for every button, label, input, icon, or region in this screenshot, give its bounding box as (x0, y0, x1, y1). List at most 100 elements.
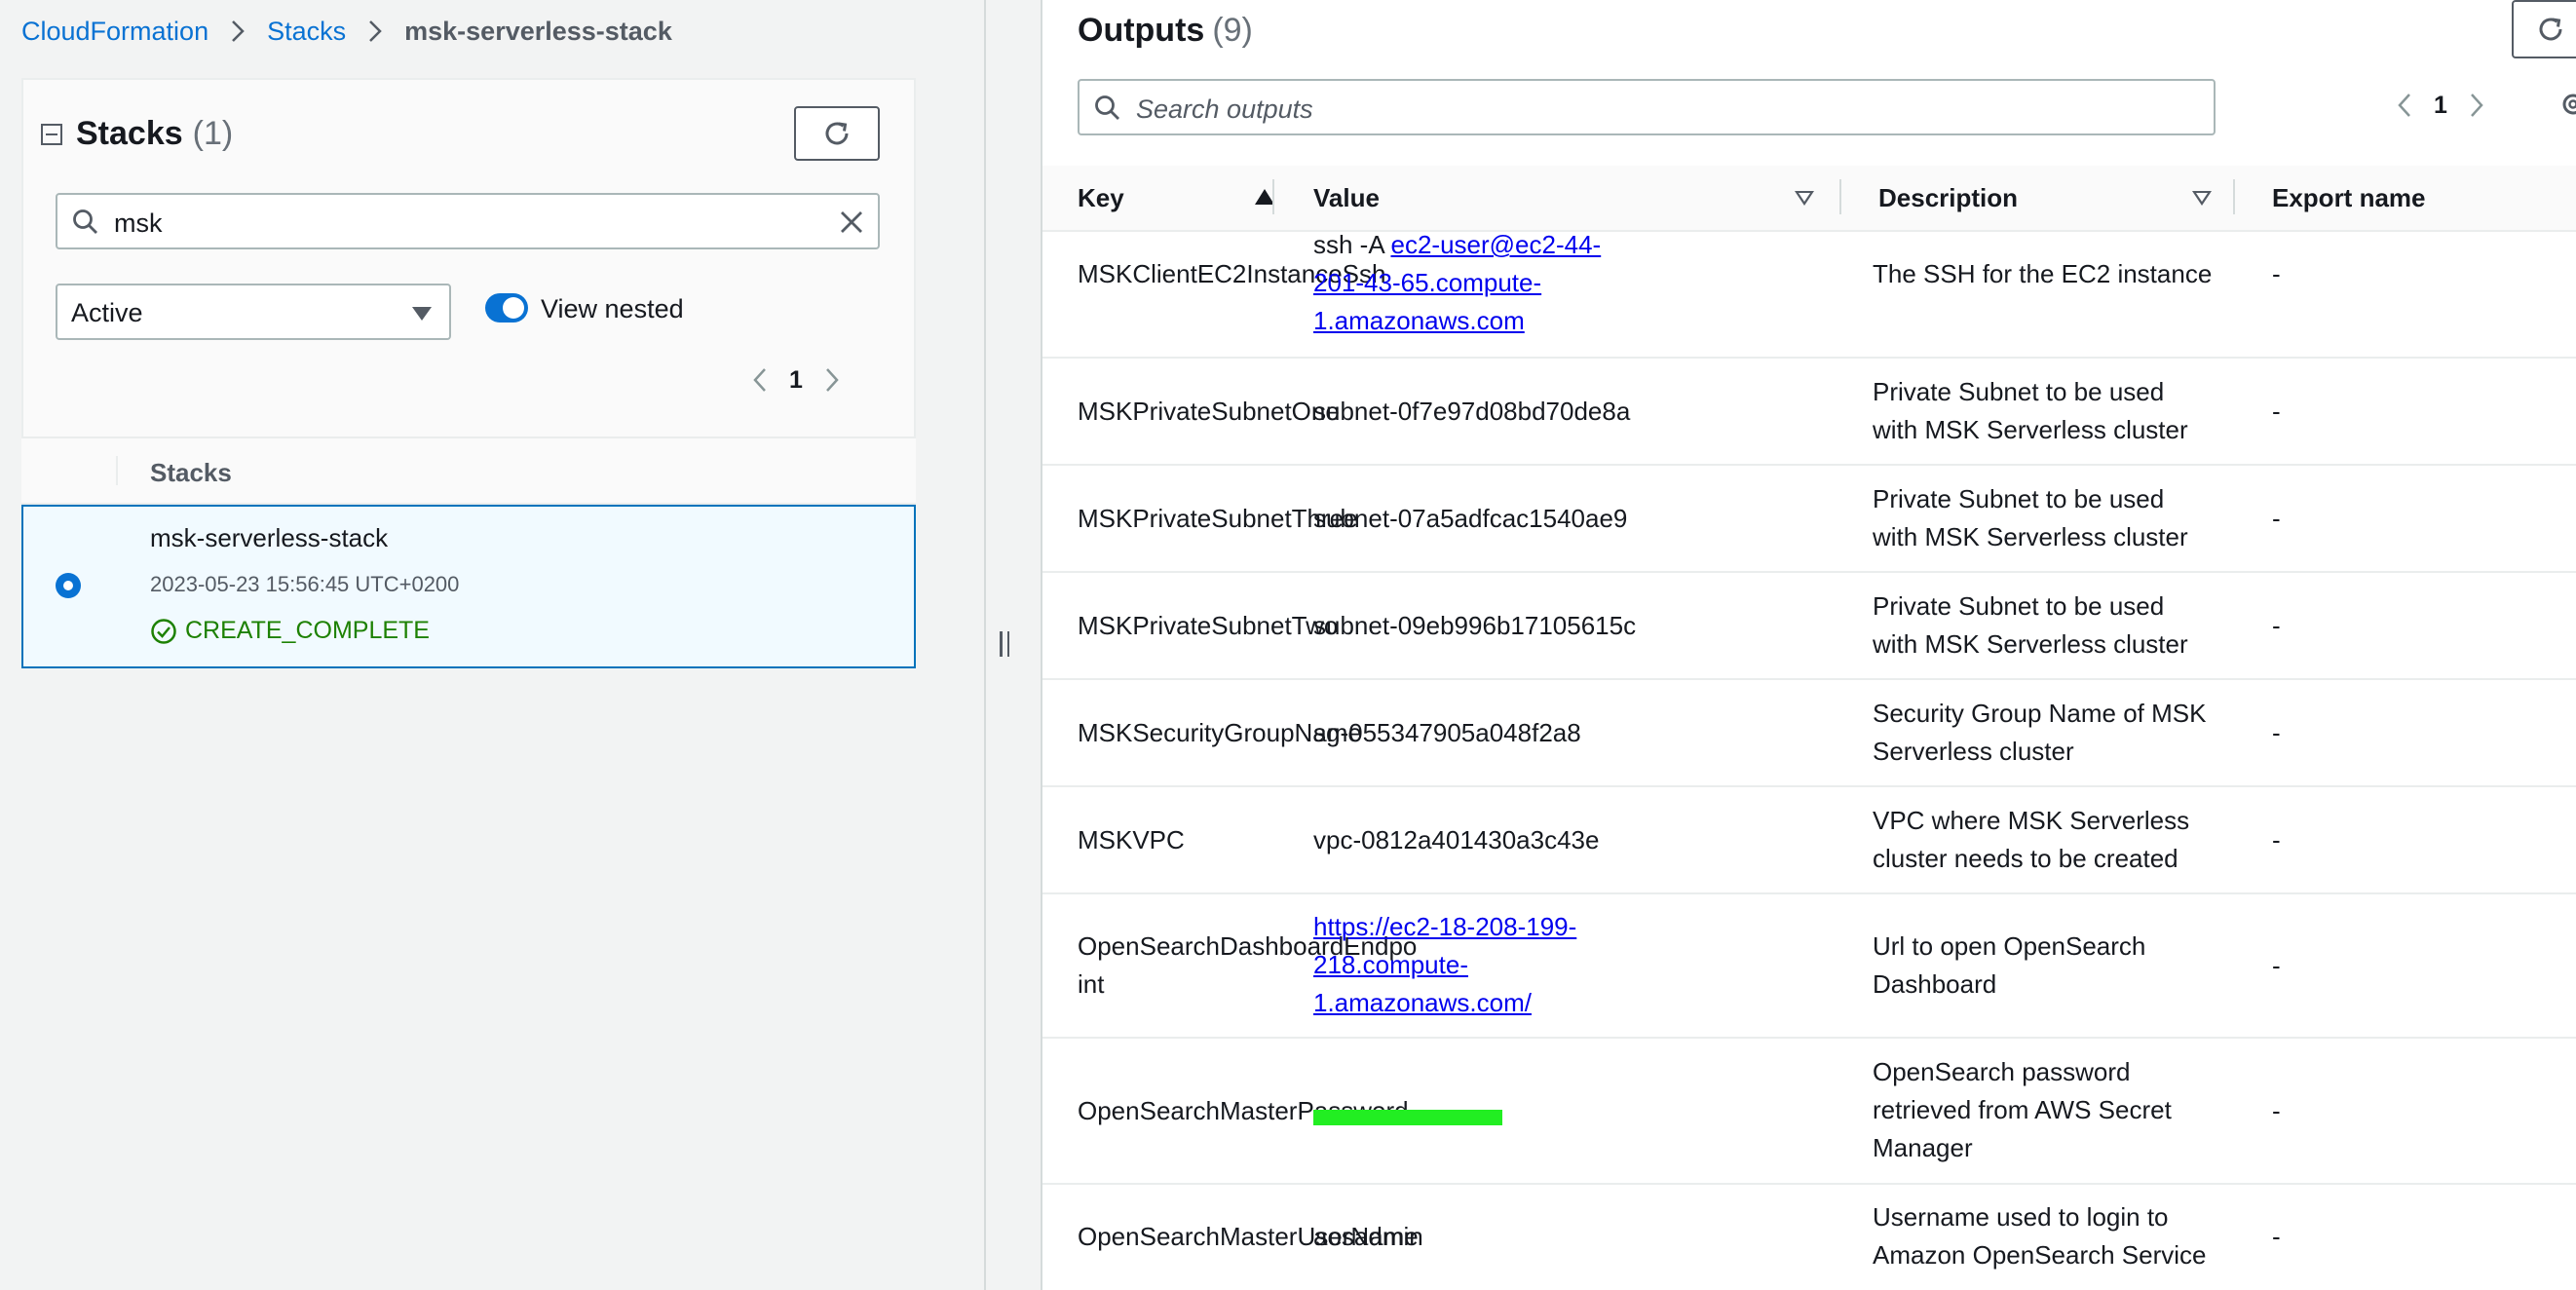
page-number[interactable]: 1 (2424, 92, 2457, 120)
column-divider[interactable] (1272, 179, 1274, 214)
column-header-value-label: Value (1313, 182, 1380, 212)
split-panel-divider[interactable] (984, 0, 1042, 1290)
sort-caret-down-icon[interactable] (1795, 191, 1814, 206)
output-value: ssh -A ec2-user@ec2-44- 201-43-65.comput… (1313, 226, 1601, 340)
description-line: with MSK Serverless cluster (1873, 629, 2188, 659)
output-description: Username used to login to Amazon OpenSea… (1873, 1198, 2207, 1274)
column-header-value[interactable]: Value (1313, 166, 1380, 230)
output-value: subnet-09eb996b17105615c (1313, 611, 1637, 640)
output-value: subnet-07a5adfcac1540ae9 (1313, 504, 1628, 533)
description-line: Url to open OpenSearch (1873, 931, 2146, 961)
output-value: vpc-0812a401430a3c43e (1313, 825, 1600, 854)
stack-search-input[interactable] (112, 205, 817, 242)
column-divider (116, 456, 118, 485)
output-description: Url to open OpenSearch Dashboard (1873, 928, 2145, 1004)
ssh-link[interactable]: ec2-user@ec2-44- (1390, 230, 1601, 259)
output-export-name: - (2272, 259, 2281, 288)
table-row: MSKPrivateSubnetOne subnet-0f7e97d08bd70… (1042, 359, 2576, 466)
stack-row[interactable]: msk-serverless-stack 2023-05-23 15:56:45… (21, 505, 916, 668)
description-line: with MSK Serverless cluster (1873, 522, 2188, 551)
outputs-search-input[interactable] (1134, 91, 2190, 128)
output-description: Security Group Name of MSK Serverless cl… (1873, 695, 2206, 771)
column-header-key-label: Key (1078, 182, 1124, 212)
output-export-name: - (2272, 397, 2281, 426)
sort-ascending-icon[interactable] (1255, 189, 1274, 205)
dashboard-link[interactable]: https://ec2-18-208-199- (1313, 912, 1576, 941)
output-description: Private Subnet to be used with MSK Serve… (1873, 373, 2188, 449)
output-value: subnet-0f7e97d08bd70de8a (1313, 397, 1631, 426)
ssh-link[interactable]: 201-43-65.compute- (1313, 268, 1541, 297)
page-number[interactable]: 1 (779, 366, 813, 395)
search-icon (1095, 95, 1119, 120)
output-key: MSKPrivateSubnetTwo (1078, 611, 1339, 640)
output-value: sg-055347905a048f2a8 (1313, 718, 1581, 747)
status-filter-select[interactable]: Active (56, 284, 451, 340)
output-export-name: - (2272, 951, 2281, 980)
stacks-refresh-button[interactable] (794, 106, 880, 161)
table-row: OpenSearchDashboardEndpo int https://ec2… (1042, 894, 2576, 1039)
output-value: https://ec2-18-208-199- 218.compute- 1.a… (1313, 908, 1576, 1022)
stack-status: CREATE_COMPLETE (150, 617, 430, 645)
description-line: Username used to login to (1873, 1202, 2169, 1232)
outputs-refresh-button[interactable] (2512, 0, 2576, 58)
next-page-button[interactable] (813, 362, 852, 398)
key-line: int (1078, 969, 1105, 999)
output-export-name: - (2272, 718, 2281, 747)
redaction-mark (1313, 1110, 1502, 1126)
view-nested-toggle[interactable] (485, 293, 528, 322)
sort-caret-down-icon[interactable] (2192, 191, 2212, 206)
check-circle-icon (151, 618, 176, 644)
description-line: cluster needs to be created (1873, 844, 2178, 873)
chevron-right-icon (826, 368, 839, 392)
column-header-description[interactable]: Description (1878, 166, 2018, 230)
stacks-count: (1) (192, 115, 234, 152)
column-header-key[interactable]: Key (1078, 166, 1124, 230)
prev-page-button[interactable] (2385, 88, 2424, 123)
collapse-icon[interactable] (41, 123, 62, 145)
chevron-left-icon (2398, 94, 2410, 117)
column-divider[interactable] (2233, 179, 2235, 214)
chevron-right-icon (230, 19, 246, 44)
output-key: MSKVPC (1078, 825, 1185, 854)
description-line: with MSK Serverless cluster (1873, 415, 2188, 444)
stack-radio-selected[interactable] (56, 573, 81, 598)
output-export-name: - (2272, 1096, 2281, 1125)
output-description: The SSH for the EC2 instance (1873, 259, 2213, 288)
description-line: Manager (1873, 1133, 1973, 1162)
dashboard-link[interactable]: 218.compute- (1313, 950, 1468, 979)
table-row: MSKVPC vpc-0812a401430a3c43e VPC where M… (1042, 787, 2576, 894)
gear-icon[interactable] (2558, 90, 2576, 119)
column-header-export-label: Export name (2272, 182, 2426, 212)
dashboard-link[interactable]: 1.amazonaws.com/ (1313, 988, 1532, 1017)
description-line: VPC where MSK Serverless (1873, 806, 2190, 835)
chevron-right-icon (367, 19, 383, 44)
column-header-export-name[interactable]: Export name (2272, 166, 2426, 230)
ssh-link[interactable]: 1.amazonaws.com (1313, 306, 1525, 335)
close-icon[interactable] (837, 208, 866, 237)
breadcrumb-stacks[interactable]: Stacks (267, 17, 346, 47)
description-line: OpenSearch password (1873, 1057, 2131, 1086)
table-row: OpenSearchMasterUserName aosadmin Userna… (1042, 1185, 2576, 1290)
output-export-name: - (2272, 611, 2281, 640)
stacks-column-header: Stacks (150, 458, 232, 487)
stacks-list-header: Stacks (21, 436, 916, 505)
stacks-panel-title: Stacks (76, 115, 183, 152)
table-row: MSKPrivateSubnetTwo subnet-09eb996b17105… (1042, 573, 2576, 680)
description-line: Private Subnet to be used (1873, 377, 2165, 406)
table-row: OpenSearchMasterPassword OpenSearch pass… (1042, 1039, 2576, 1185)
resize-handle-icon[interactable] (1000, 631, 1009, 657)
description-line: retrieved from AWS Secret (1873, 1095, 2172, 1124)
chevron-left-icon (753, 368, 766, 392)
description-line: Dashboard (1873, 969, 1997, 999)
table-row: MSKPrivateSubnetThree subnet-07a5adfcac1… (1042, 466, 2576, 573)
stack-status-text: CREATE_COMPLETE (185, 617, 430, 644)
output-value-prefix: ssh -A (1313, 230, 1391, 259)
breadcrumb-cloudformation[interactable]: CloudFormation (21, 17, 208, 47)
stack-name: msk-serverless-stack (150, 523, 389, 552)
column-divider[interactable] (1839, 179, 1841, 214)
outputs-pane: Outputs(9) 1 Key Value (1042, 0, 2576, 1290)
view-nested-label: View nested (541, 294, 684, 323)
next-page-button[interactable] (2457, 88, 2496, 123)
outputs-count: (9) (1212, 12, 1253, 49)
prev-page-button[interactable] (740, 362, 779, 398)
